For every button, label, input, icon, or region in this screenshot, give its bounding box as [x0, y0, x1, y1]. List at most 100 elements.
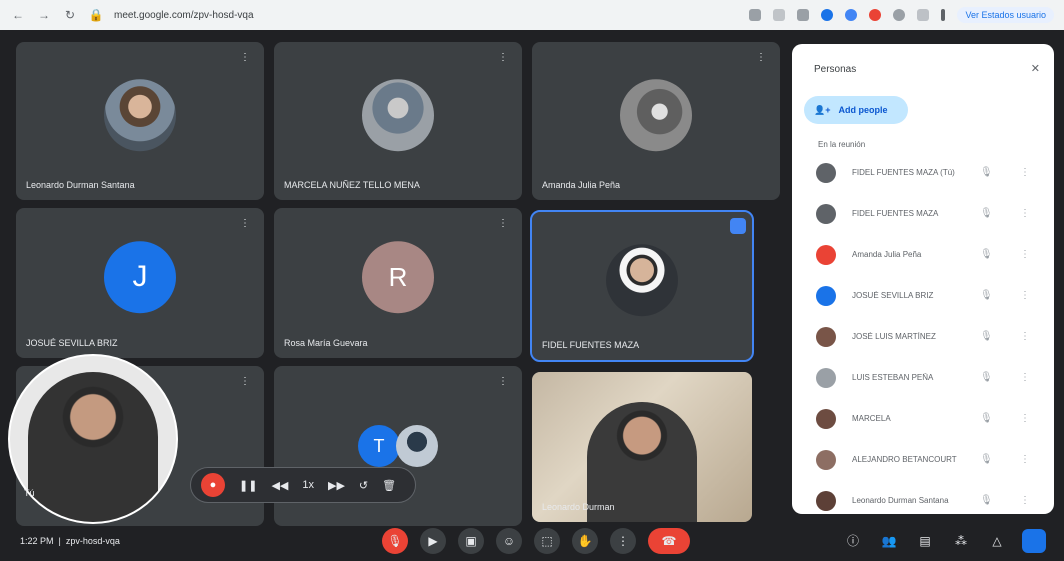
host-controls-icon[interactable]: △ — [986, 530, 1008, 552]
participant-tile-active[interactable]: FIDEL FUENTES MAZA — [530, 210, 754, 362]
forward-icon[interactable]: → — [36, 7, 52, 23]
info-icon[interactable]: ⓘ — [842, 530, 864, 552]
more-icon[interactable]: ⋮ — [1020, 413, 1030, 424]
side-controls: ⓘ 👥 ▤ ⁂ △ — [842, 528, 1046, 553]
participant-tile[interactable]: ⋮ Leonardo Durman Santana — [16, 42, 264, 200]
mic-icon[interactable]: 🎙 — [980, 208, 993, 219]
participant-name: LUIS ESTEBAN PEÑA — [852, 373, 934, 382]
more-icon[interactable]: ⋮ — [756, 52, 766, 63]
avatar — [606, 244, 678, 317]
chat-icon[interactable]: ▤ — [914, 530, 936, 552]
record-icon[interactable]: ● — [201, 473, 225, 497]
undo-icon[interactable]: ↺ — [359, 479, 368, 492]
mic-off-icon[interactable]: 🎙 — [382, 527, 408, 554]
self-video — [28, 372, 158, 522]
avatar — [816, 490, 836, 511]
more-icon[interactable]: ⋮ — [1020, 495, 1030, 506]
participant-tile[interactable]: R ⋮ Rosa María Guevara — [274, 208, 522, 358]
participant-tile[interactable]: ⋮ MARCELA NUÑEZ TELLO MENA — [274, 42, 522, 200]
self-view[interactable] — [8, 354, 178, 524]
list-item[interactable]: JOSUÉ SEVILLA BRIZ 🎙 ⋮ — [792, 275, 1054, 316]
mic-icon[interactable]: 🎙 — [980, 249, 993, 260]
add-people-button[interactable]: 👤+ Add people — [804, 96, 908, 124]
extension-icon[interactable] — [821, 9, 834, 21]
avatar — [816, 203, 836, 224]
list-item[interactable]: Leonardo Durman Santana 🎙 ⋮ — [792, 480, 1054, 514]
pause-icon[interactable]: ❚❚ — [239, 479, 257, 492]
more-icon[interactable]: ⋮ — [498, 218, 508, 229]
hand-icon[interactable]: ✋ — [572, 527, 598, 554]
more-icon[interactable]: ⋮ — [1020, 454, 1030, 465]
more-icon[interactable]: ⋮ — [1020, 372, 1030, 383]
list-item[interactable]: LUIS ESTEBAN PEÑA 🎙 ⋮ — [792, 357, 1054, 398]
people-icon[interactable]: 👥 — [878, 530, 900, 552]
address-bar[interactable]: meet.google.com/zpv-hosd-vqa — [114, 10, 534, 21]
mic-icon[interactable]: 🎙 — [980, 454, 993, 465]
participant-name: Leonardo Durman Santana — [852, 496, 949, 505]
activities-icon[interactable]: ⁂ — [950, 530, 972, 552]
end-call-icon[interactable]: ☎ — [648, 527, 690, 554]
extension-icon[interactable] — [845, 9, 858, 21]
more-icon[interactable]: ⋮ — [240, 218, 250, 229]
more-icon[interactable]: ⋮ — [240, 376, 250, 387]
mic-icon[interactable]: 🎙 — [980, 167, 993, 178]
panel-title: Personas — [814, 64, 857, 75]
call-toolbar: 1:22 PM | zpv-hosd-vqa 🎙 ▶ ▣ ☺ ⬚ ✋ ⋮ ☎ ⓘ… — [0, 520, 1064, 561]
list-item[interactable]: FIDEL FUENTES MAZA 🎙 ⋮ — [792, 193, 1054, 234]
participant-name: Leonardo Durman — [542, 502, 615, 512]
more-icon[interactable]: ⋮ — [1020, 249, 1030, 260]
extension-icon[interactable] — [869, 9, 882, 21]
bookmark-icon[interactable] — [749, 9, 762, 21]
grouped-avatars: T — [358, 425, 438, 467]
extension-icon[interactable] — [893, 9, 906, 21]
mic-icon[interactable]: 🎙 — [980, 290, 993, 301]
more-icon[interactable]: ⋮ — [610, 527, 636, 554]
avatar — [104, 79, 176, 152]
avatar — [816, 408, 836, 429]
mic-icon[interactable]: 🎙 — [980, 495, 993, 506]
more-icon[interactable]: ⋮ — [1020, 167, 1030, 178]
camera-icon[interactable]: ▶ — [420, 527, 446, 554]
panel-toggle-icon[interactable] — [1022, 528, 1046, 553]
close-icon[interactable]: ✕ — [1031, 62, 1040, 75]
rewind-icon[interactable]: ◀◀ — [271, 479, 288, 492]
participant-name: FIDEL FUENTES MAZA (Tú) — [852, 168, 955, 177]
list-item[interactable]: Amanda Julia Peña 🎙 ⋮ — [792, 234, 1054, 275]
delete-icon[interactable]: 🗑 — [382, 479, 396, 492]
avatar — [816, 162, 836, 183]
avatar — [620, 79, 692, 152]
reload-icon[interactable]: ↻ — [62, 7, 78, 23]
participant-tile[interactable]: ⋮ Amanda Julia Peña — [532, 42, 780, 200]
participant-video-tile[interactable]: Leonardo Durman — [532, 372, 752, 522]
extension-row: Ver Estados usuario — [749, 7, 1054, 23]
more-icon[interactable]: ⋮ — [1020, 208, 1030, 219]
forward-icon[interactable]: ▶▶ — [328, 479, 345, 492]
more-icon[interactable]: ⋮ — [1020, 331, 1030, 342]
extension-icon[interactable] — [797, 9, 810, 21]
meeting-stage: ⋮ Leonardo Durman Santana ⋮ MARCELA NUÑE… — [0, 30, 1064, 561]
present-icon[interactable]: ⬚ — [534, 527, 560, 554]
puzzle-icon[interactable] — [917, 9, 930, 21]
mic-icon[interactable]: 🎙 — [980, 331, 993, 342]
more-icon[interactable]: ⋮ — [1020, 290, 1030, 301]
list-item[interactable]: ALEJANDRO BETANCOURT 🎙 ⋮ — [792, 439, 1054, 480]
more-icon[interactable]: ⋮ — [240, 52, 250, 63]
participant-tile[interactable]: J ⋮ JOSUÉ SEVILLA BRIZ — [16, 208, 264, 358]
list-item[interactable]: FIDEL FUENTES MAZA (Tú) 🎙 ⋮ — [792, 152, 1054, 193]
more-icon[interactable]: ⋮ — [498, 52, 508, 63]
mic-icon[interactable]: 🎙 — [980, 372, 993, 383]
meeting-code: zpv-hosd-vqa — [65, 535, 120, 546]
more-icon[interactable]: ⋮ — [498, 376, 508, 387]
menu-icon[interactable] — [941, 9, 946, 21]
profile-chip[interactable]: Ver Estados usuario — [957, 7, 1054, 23]
section-label: En la reunión — [818, 140, 866, 149]
list-item[interactable]: MARCELA 🎙 ⋮ — [792, 398, 1054, 439]
captions-icon[interactable]: ▣ — [458, 527, 484, 554]
list-item[interactable]: JOSÉ LUIS MARTÍNEZ 🎙 ⋮ — [792, 316, 1054, 357]
star-icon[interactable] — [773, 9, 786, 21]
participant-name: JOSUÉ SEVILLA BRIZ — [26, 338, 118, 348]
playback-speed[interactable]: 1x — [302, 479, 314, 491]
mic-icon[interactable]: 🎙 — [980, 413, 993, 424]
back-icon[interactable]: ← — [10, 7, 26, 23]
emoji-icon[interactable]: ☺ — [496, 527, 522, 554]
